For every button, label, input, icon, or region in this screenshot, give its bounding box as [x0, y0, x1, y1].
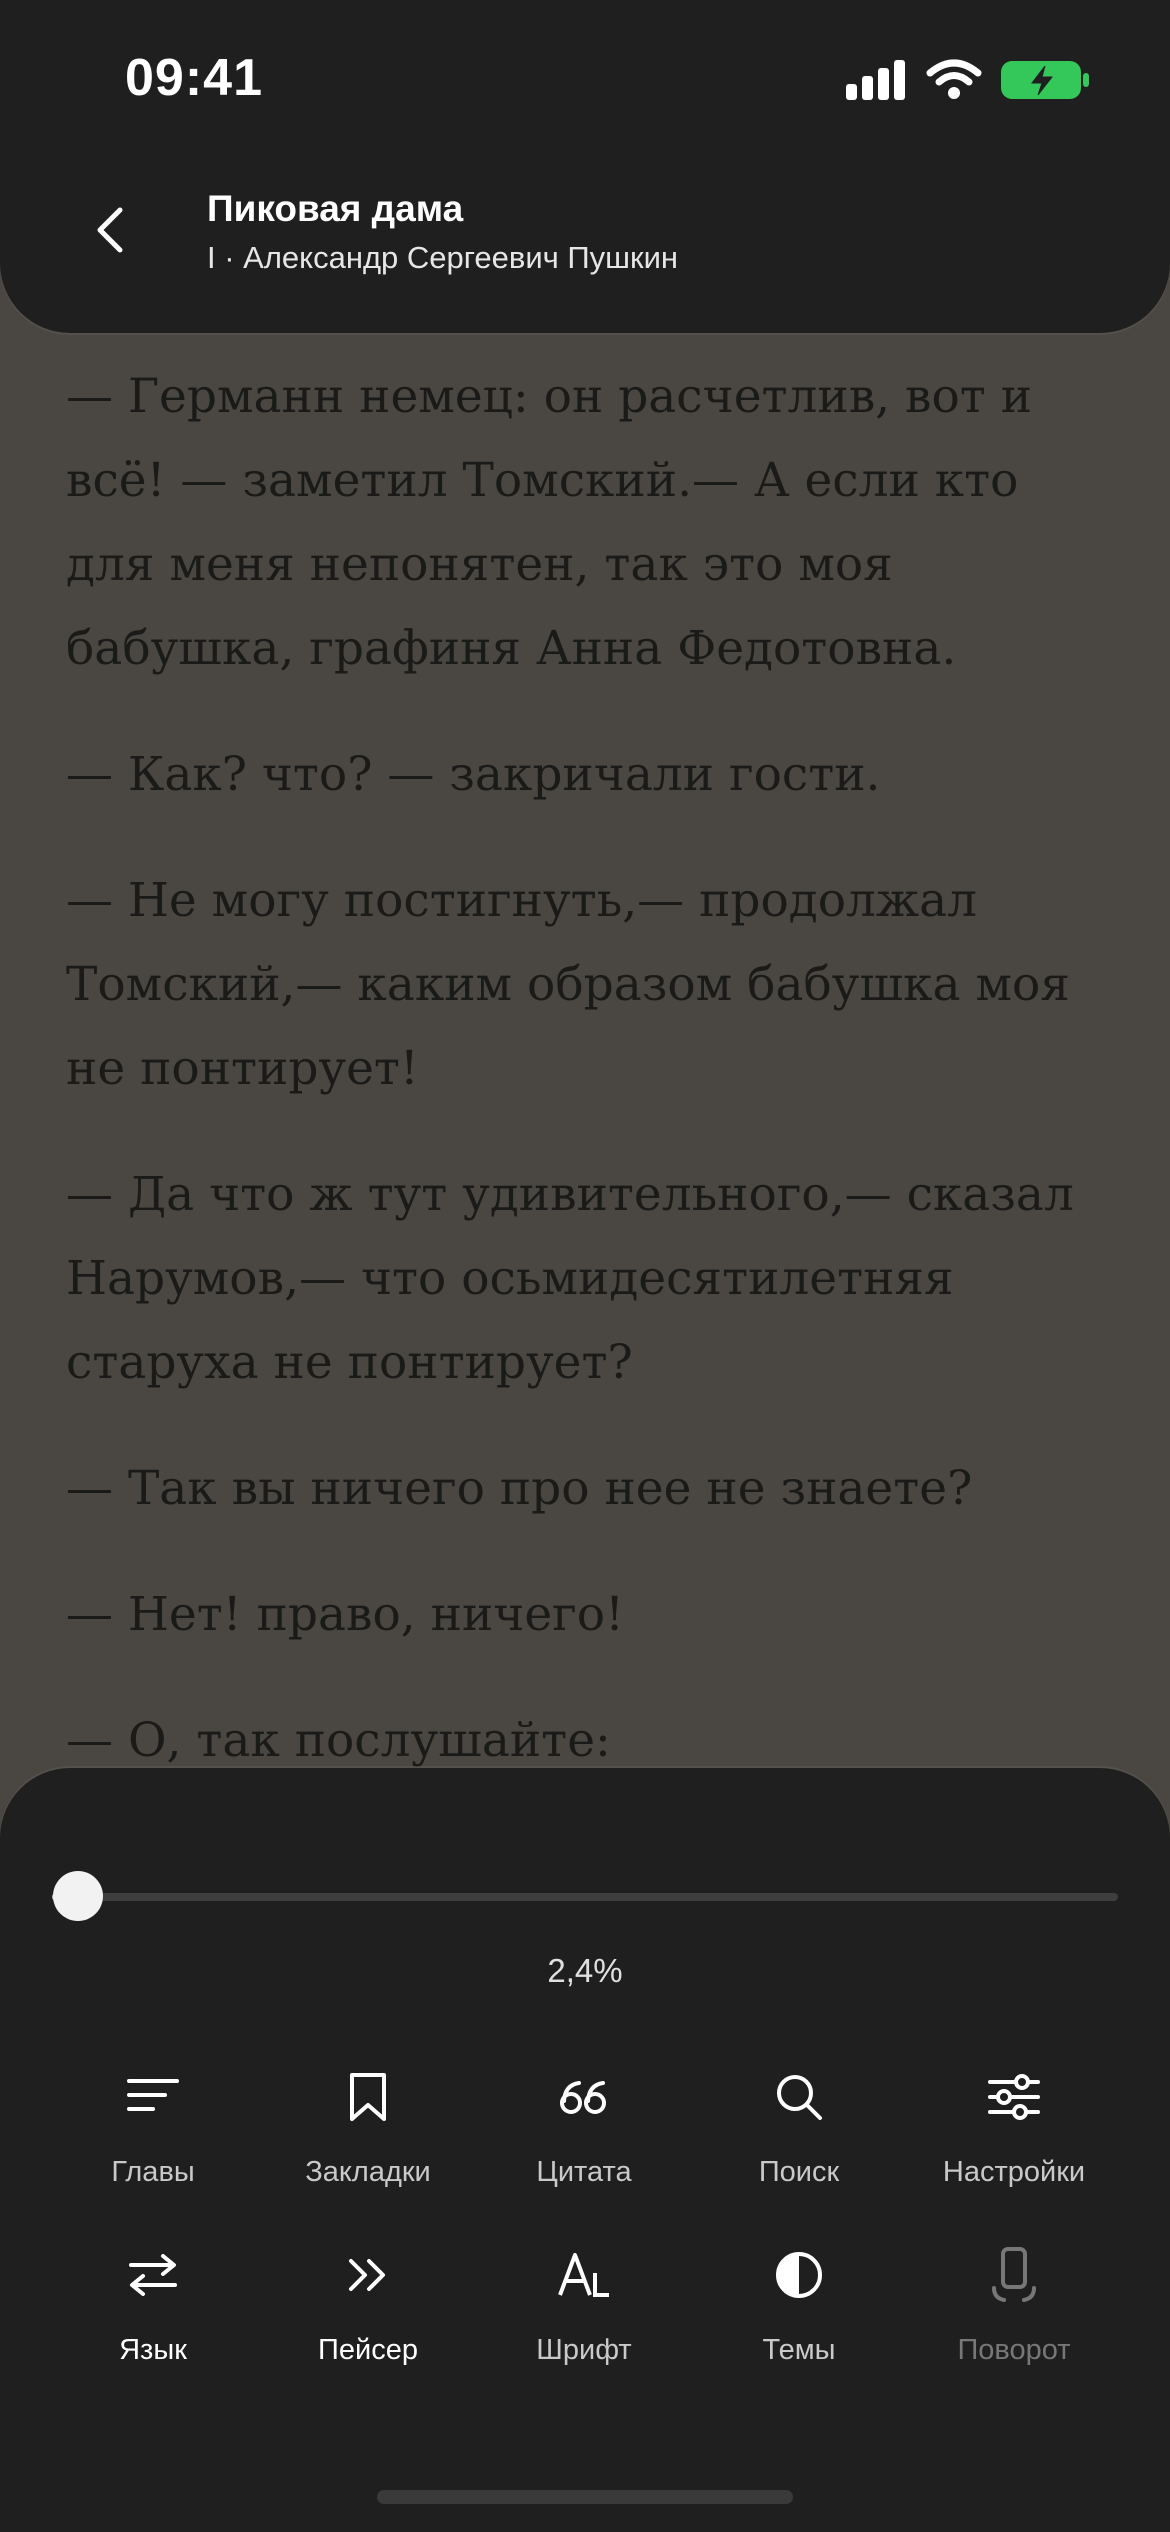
reader-text[interactable]: — Германн немец: он расчетлив, вот и всё… — [66, 355, 1116, 1825]
status-icons — [846, 55, 1090, 105]
quote-button[interactable]: Цитата — [484, 2060, 684, 2210]
font-icon — [558, 2253, 609, 2297]
home-indicator — [377, 2490, 793, 2504]
wifi-icon — [926, 59, 982, 99]
bookmarks-label: Закладки — [305, 2156, 431, 2188]
swap-arrows-icon — [129, 2254, 177, 2296]
book-subtitle: I · Александр Сергеевич Пушкин — [207, 240, 679, 275]
chapters-label: Главы — [111, 2156, 195, 2188]
rotation-button[interactable]: Поворот — [914, 2238, 1114, 2388]
pacer-button[interactable]: Пейсер — [268, 2238, 468, 2388]
battery-charging-icon — [1001, 61, 1089, 99]
book-title: Пиковая дама — [207, 188, 464, 229]
bookmarks-button[interactable]: Закладки — [268, 2060, 468, 2210]
chapters-icon — [127, 2079, 179, 2111]
search-button[interactable]: Поиск — [699, 2060, 899, 2210]
status-time: 09:41 — [125, 49, 263, 107]
quote-icon — [560, 2081, 606, 2114]
themes-label: Темы — [762, 2334, 836, 2366]
progress-slider-track[interactable] — [52, 1893, 1118, 1901]
settings-button[interactable]: Настройки — [914, 2060, 1114, 2210]
progress-slider-thumb[interactable] — [53, 1871, 103, 1921]
sliders-icon — [988, 2074, 1040, 2120]
font-button[interactable]: Шрифт — [484, 2238, 684, 2388]
double-chevron-icon — [349, 2259, 385, 2291]
font-label: Шрифт — [536, 2334, 632, 2366]
progress-percent: 2,4% — [547, 1952, 623, 1989]
paragraph: — Да что ж тут удивительного,— сказал На… — [66, 1167, 1074, 1390]
paragraph: — Как? что? — закричали гости. — [66, 747, 881, 802]
cellular-signal-icon — [846, 60, 905, 100]
bookmark-icon — [350, 2073, 386, 2121]
pacer-label: Пейсер — [318, 2334, 418, 2366]
themes-button[interactable]: Темы — [699, 2238, 899, 2388]
chevron-left-icon — [97, 207, 123, 253]
theme-contrast-icon — [776, 2252, 822, 2298]
paragraph: — Не могу постигнуть,— продолжал Томский… — [66, 873, 1070, 1096]
paragraph: — Германн немец: он расчетлив, вот и всё… — [66, 369, 1033, 676]
language-label: Язык — [119, 2334, 187, 2366]
search-label: Поиск — [758, 2156, 840, 2188]
rotation-label: Поворот — [957, 2334, 1071, 2366]
paragraph: — Нет! право, ничего! — [66, 1587, 624, 1642]
search-icon — [777, 2075, 822, 2120]
quote-label: Цитата — [536, 2156, 632, 2188]
language-button[interactable]: Язык — [53, 2238, 253, 2388]
paragraph: — Так вы ничего про нее не знаете? — [66, 1461, 973, 1516]
top-bar: 09:41 Пиковая дама I · Александр Сергеев… — [0, 0, 1170, 333]
settings-label: Настройки — [942, 2156, 1086, 2188]
back-button[interactable] — [85, 195, 135, 265]
rotate-phone-icon — [992, 2247, 1036, 2302]
chapters-button[interactable]: Главы — [53, 2060, 253, 2210]
